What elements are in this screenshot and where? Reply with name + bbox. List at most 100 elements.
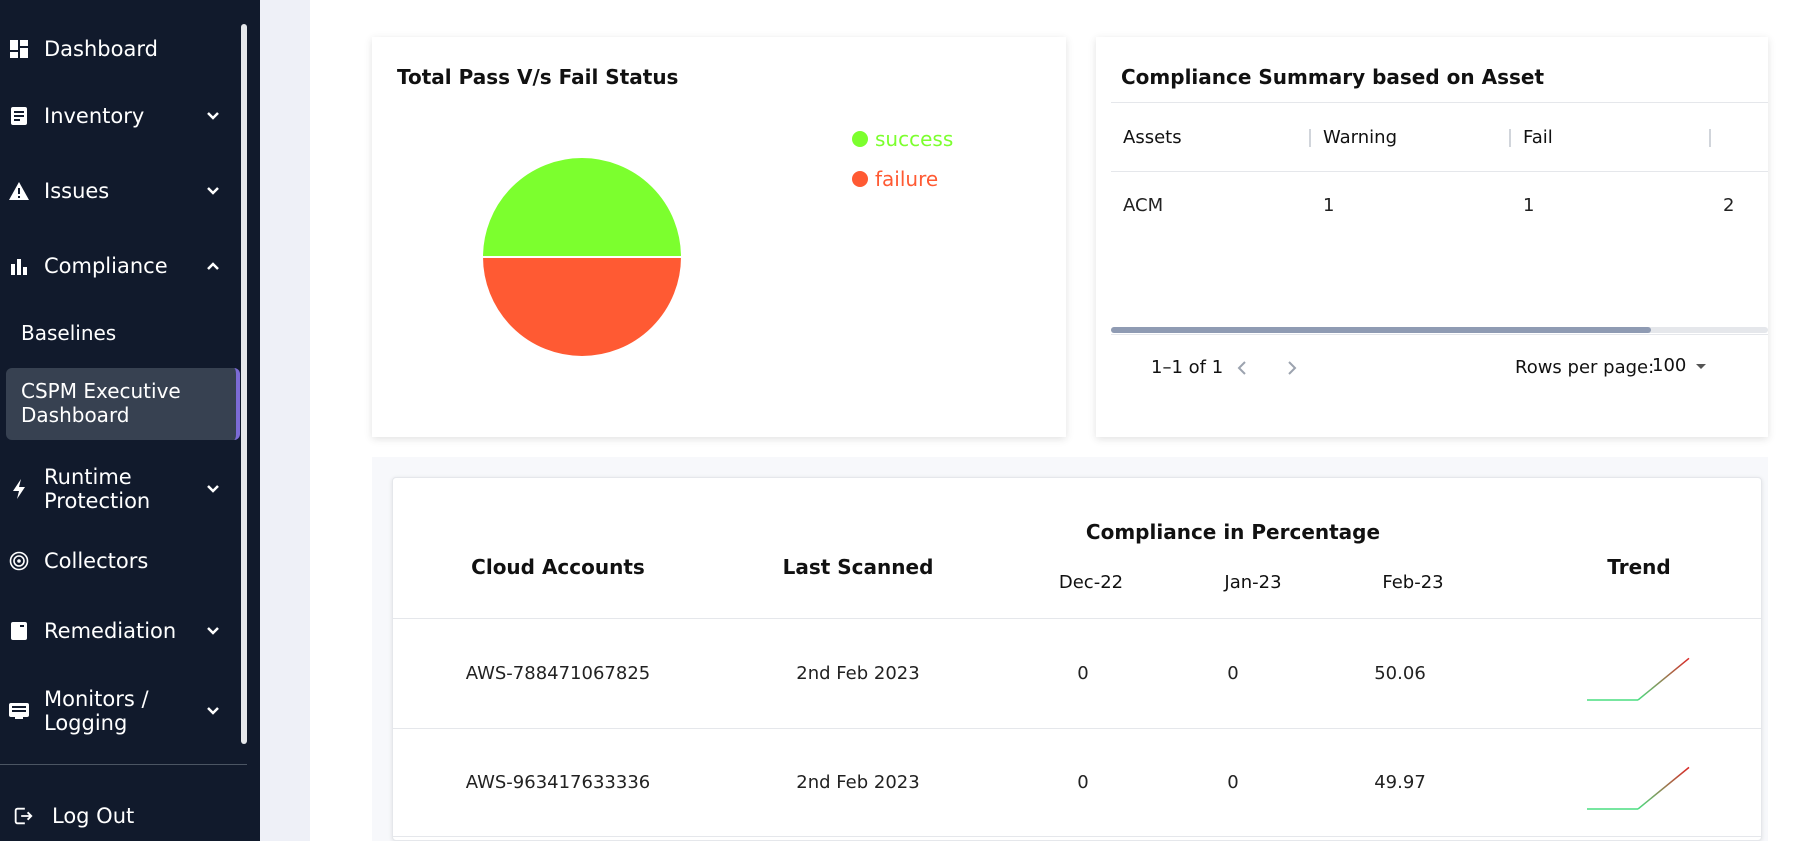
- sidebar-item-label: Inventory: [44, 104, 145, 128]
- logout-button[interactable]: Log Out: [0, 803, 236, 829]
- sidebar-item-issues[interactable]: Issues: [0, 178, 236, 204]
- legend-swatch-success: [852, 131, 868, 147]
- column-header-assets[interactable]: Assets: [1123, 127, 1182, 148]
- prev-page-button[interactable]: [1234, 359, 1250, 382]
- column-header-dec-22: Dec-22: [1058, 572, 1124, 593]
- logout-icon: [12, 805, 34, 827]
- column-header-compliance: Compliance in Percentage: [1085, 520, 1381, 544]
- sidebar-item-collectors[interactable]: Collectors: [0, 548, 236, 574]
- column-separator[interactable]: [1509, 129, 1511, 147]
- chevron-down-icon: [202, 700, 224, 722]
- warning-icon: [8, 180, 30, 202]
- sidebar-divider: [0, 764, 247, 765]
- header-divider: [1111, 171, 1768, 172]
- cell-feb-23: 49.97: [1374, 772, 1426, 793]
- horizontal-scrollbar-thumb[interactable]: [1111, 327, 1651, 333]
- column-header-cloud-accounts: Cloud Accounts: [471, 555, 645, 579]
- cell-account: AWS-963417633336: [465, 772, 651, 793]
- legend-swatch-failure: [852, 171, 868, 187]
- monitor-icon: [8, 700, 30, 722]
- compliance-summary-card: Compliance Summary based on Asset Assets…: [1096, 37, 1768, 437]
- sidebar-item-label: Dashboard: [44, 37, 158, 61]
- bolt-icon: [8, 478, 30, 500]
- content-gutter: [260, 0, 310, 841]
- pie-slice-failure[interactable]: [480, 256, 684, 358]
- chevron-down-icon: [202, 105, 224, 127]
- chevron-right-icon: [1288, 361, 1297, 375]
- remediation-icon: [8, 620, 30, 642]
- chevron-up-icon: [202, 255, 224, 277]
- sidebar-subitem-baselines[interactable]: Baselines: [6, 318, 240, 348]
- trend-segment: [1637, 657, 1690, 701]
- sidebar-item-compliance[interactable]: Compliance: [0, 253, 236, 279]
- sidebar-scrollbar[interactable]: [241, 24, 247, 744]
- cell-extra: 2: [1723, 195, 1735, 216]
- sidebar-item-label: Remediation: [44, 619, 177, 643]
- table-divider: [1111, 102, 1768, 103]
- logout-label: Log Out: [52, 804, 135, 828]
- chevron-left-icon: [1237, 361, 1246, 375]
- legend-item-failure[interactable]: failure: [852, 167, 938, 191]
- column-header-warning[interactable]: Warning: [1323, 127, 1397, 148]
- cell-jan-23: 0: [1227, 663, 1239, 684]
- next-page-button[interactable]: [1284, 359, 1300, 382]
- cell-asset: ACM: [1123, 195, 1164, 216]
- row-divider: [393, 836, 1761, 837]
- footer-divider: [1111, 334, 1768, 335]
- legend-label-success: success: [875, 127, 954, 151]
- legend-label-failure: failure: [875, 167, 939, 191]
- chevron-down-icon: [202, 478, 224, 500]
- column-header-jan-23: Jan-23: [1224, 572, 1282, 593]
- pie-chart: [480, 156, 684, 358]
- cell-fail: 1: [1523, 195, 1535, 216]
- column-header-feb-23: Feb-23: [1382, 572, 1444, 593]
- bar-chart-icon: [8, 255, 30, 277]
- rows-per-page-select[interactable]: 100: [1652, 355, 1708, 376]
- column-header-trend: Trend: [1607, 555, 1671, 579]
- cell-warning: 1: [1323, 195, 1335, 216]
- row-divider: [393, 728, 1761, 729]
- sidebar-item-label: Monitors / Logging: [44, 687, 149, 735]
- pie-slice-success[interactable]: [480, 156, 684, 258]
- card-title: Compliance Summary based on Asset: [1121, 65, 1544, 89]
- dashboard-icon: [8, 38, 30, 60]
- cell-last-scanned: 2nd Feb 2023: [796, 772, 920, 793]
- accounts-table: Cloud Accounts Last Scanned Compliance i…: [392, 477, 1762, 841]
- pagination-range: 1–1 of 1: [1151, 357, 1224, 378]
- sidebar-item-inventory[interactable]: Inventory: [0, 103, 236, 129]
- horizontal-scrollbar-track[interactable]: [1111, 327, 1768, 333]
- column-header-fail[interactable]: Fail: [1523, 127, 1553, 148]
- card-title: Total Pass V/s Fail Status: [397, 65, 679, 89]
- sidebar-item-label: Collectors: [44, 549, 149, 573]
- column-header-last-scanned: Last Scanned: [782, 555, 934, 579]
- rows-per-page-value: 100: [1652, 355, 1687, 376]
- target-icon: [8, 550, 30, 572]
- chevron-down-icon: [202, 180, 224, 202]
- sidebar-subitem-label: Baselines: [21, 321, 117, 345]
- header-divider: [393, 618, 1761, 619]
- legend-item-success[interactable]: success: [852, 127, 953, 151]
- cell-feb-23: 50.06: [1374, 663, 1426, 684]
- sidebar-item-remediation[interactable]: Remediation: [0, 618, 236, 644]
- cell-last-scanned: 2nd Feb 2023: [796, 663, 920, 684]
- inventory-icon: [8, 105, 30, 127]
- column-separator[interactable]: [1309, 129, 1311, 147]
- chevron-down-icon: [202, 620, 224, 642]
- cell-dec-22: 0: [1077, 772, 1089, 793]
- cell-dec-22: 0: [1077, 663, 1089, 684]
- sidebar-subitem-cspm-executive-dashboard[interactable]: CSPM Executive Dashboard: [6, 368, 240, 440]
- column-separator[interactable]: [1709, 129, 1711, 147]
- sidebar-item-monitors-logging[interactable]: Monitors / Logging: [0, 685, 236, 737]
- cell-account: AWS-788471067825: [465, 663, 651, 684]
- sidebar: Dashboard Inventory Issues Compliance Ba…: [0, 0, 260, 841]
- trend-segment: [1637, 766, 1690, 810]
- sidebar-item-label: Issues: [44, 179, 110, 203]
- sidebar-item-dashboard[interactable]: Dashboard: [0, 36, 236, 62]
- dropdown-arrow-icon: [1696, 363, 1707, 369]
- trend-sparkline: [1587, 766, 1690, 810]
- sidebar-item-runtime-protection[interactable]: Runtime Protection: [0, 463, 236, 515]
- main-content: Total Pass V/s Fail Status success failu…: [310, 0, 1801, 841]
- cell-jan-23: 0: [1227, 772, 1239, 793]
- pass-fail-card: Total Pass V/s Fail Status success failu…: [372, 37, 1066, 437]
- trend-sparkline: [1587, 657, 1690, 701]
